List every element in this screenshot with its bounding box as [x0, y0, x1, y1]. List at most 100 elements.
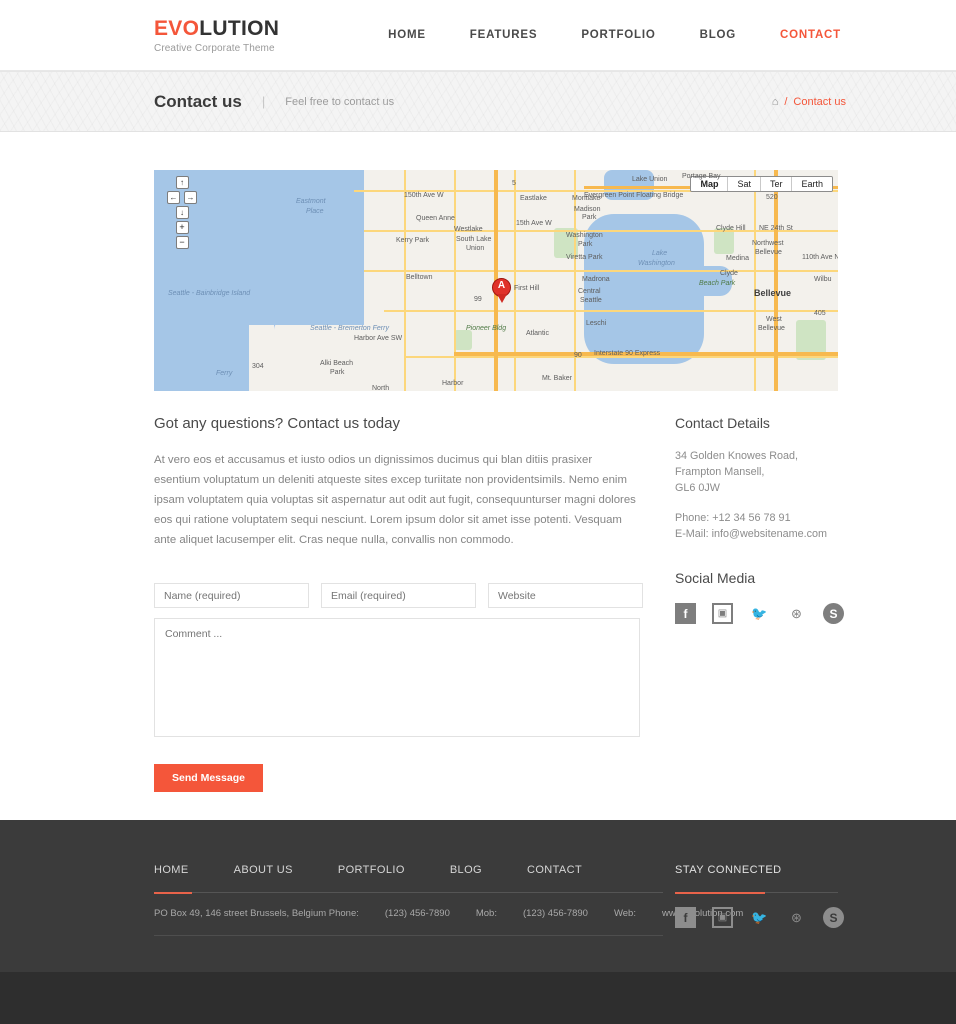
map-label: Clyde Hill	[716, 225, 746, 232]
nav-item-blog[interactable]: BLOG	[700, 29, 736, 41]
map-type-terrain[interactable]: Ter	[760, 177, 793, 191]
map-label: Bellevue	[755, 249, 782, 256]
website-input[interactable]	[488, 583, 643, 608]
page-root: EVOLUTION Creative Corporate Theme HOME …	[0, 0, 956, 1024]
map-pan-down-button[interactable]: ↓	[175, 206, 189, 219]
map-label: Place	[306, 208, 324, 215]
footer-nav-blog[interactable]: BLOG	[450, 864, 482, 876]
map-label: Wilbu	[814, 276, 832, 283]
map-pan-right-button[interactable]: →	[184, 191, 197, 204]
twitter-icon[interactable]: 🐦	[749, 603, 770, 624]
social-media-heading: Social Media	[675, 570, 756, 586]
home-icon[interactable]: ⌂	[772, 96, 779, 108]
map-label: Pioneer Bldg	[466, 325, 507, 332]
map-label: Harbor Ave SW	[354, 335, 403, 342]
contact-details-column: Contact Details 34 Golden Knowes Road, F…	[675, 415, 875, 624]
map-label: Atlantic	[526, 330, 549, 337]
name-input[interactable]	[154, 583, 309, 608]
logo-text: EVOLUTION	[154, 18, 279, 39]
site-logo[interactable]: EVOLUTION Creative Corporate Theme	[154, 18, 279, 54]
map-label: Montlake	[572, 195, 601, 202]
map-label: West	[766, 316, 782, 323]
nav-item-features[interactable]: FEATURES	[470, 29, 538, 41]
map-label: Belltown	[406, 274, 433, 281]
map-canvas[interactable]: ↑ ← → ↓ + − Map Sat Ter Earth A Lake Uni…	[154, 170, 838, 391]
map-zoom-in-button[interactable]: +	[175, 221, 189, 234]
map-type-earth[interactable]: Earth	[792, 177, 832, 191]
myspace-icon[interactable]: ▣	[712, 603, 733, 624]
map-label: Eastmont	[296, 198, 326, 205]
map-label: Lake Union	[632, 176, 668, 183]
map-pan-left-button[interactable]: ←	[167, 191, 180, 204]
map-zoom-out-button[interactable]: −	[175, 236, 189, 249]
map-label: 90	[574, 352, 582, 359]
map-label: Lake	[652, 250, 668, 257]
map-label: Ferry	[216, 370, 233, 377]
address-line-3: GL6 0JW	[675, 482, 721, 494]
social-media-links: f ▣ 🐦 ⊛ S	[675, 603, 875, 624]
nav-item-home[interactable]: HOME	[388, 29, 426, 41]
map-marker-label: A	[497, 280, 506, 291]
map-label: 304	[252, 363, 264, 370]
breadcrumb-separator: /	[784, 95, 788, 108]
footer-nav-portfolio[interactable]: PORTFOLIO	[338, 864, 405, 876]
myspace-icon[interactable]: ▣	[712, 907, 733, 928]
map-label: Northwest	[752, 240, 784, 247]
footer-divider-2	[154, 935, 663, 936]
phone-text: Phone: +12 34 56 78 91	[675, 512, 791, 524]
facebook-icon[interactable]: f	[675, 603, 696, 624]
stay-connected-heading: STAY CONNECTED	[675, 864, 782, 876]
map-label: Madison	[574, 206, 601, 213]
nav-item-contact[interactable]: CONTACT	[780, 29, 841, 41]
email-input[interactable]	[321, 583, 476, 608]
map-label: 15th Ave W	[516, 220, 552, 227]
map-label: Viretta Park	[566, 254, 603, 261]
map-label: 150th Ave W	[404, 192, 444, 199]
map-label: Seattle - Bremerton Ferry	[310, 325, 389, 332]
map-label: 99	[474, 296, 482, 303]
site-footer: HOME ABOUT US PORTFOLIO BLOG CONTACT PO …	[0, 820, 956, 972]
map-label: Harbor	[442, 380, 464, 387]
footer-nav-contact[interactable]: CONTACT	[527, 864, 582, 876]
map-label: Queen Anne	[416, 215, 455, 222]
contact-form: Send Message	[154, 583, 643, 792]
map-pan-zoom-controls[interactable]: ↑ ← → ↓ + −	[166, 175, 198, 249]
map-label: Bellevue	[754, 288, 792, 298]
map-label: Mt. Baker	[542, 375, 572, 382]
contact-details-block: 34 Golden Knowes Road, Frampton Mansell,…	[675, 448, 875, 542]
logo-secondary: LUTION	[199, 17, 280, 40]
copyright-bar: Copyright © 2013 EVOLUTION. All Rights R…	[0, 972, 956, 1024]
map-marker-a[interactable]: A	[492, 278, 511, 304]
stay-connected-block: STAY CONNECTED f ▣ 🐦 ⊛ S	[675, 864, 875, 928]
twitter-icon[interactable]: 🐦	[749, 907, 770, 928]
map-label: Medina	[726, 255, 749, 262]
breadcrumb-current[interactable]: Contact us	[793, 96, 846, 108]
map-label: Portage Bay	[682, 173, 721, 180]
logo-tagline: Creative Corporate Theme	[154, 43, 275, 54]
map-label: Park	[578, 241, 593, 248]
address-line-2: Frampton Mansell,	[675, 466, 765, 478]
send-message-button[interactable]: Send Message	[154, 764, 263, 792]
dribbble-icon[interactable]: ⊛	[786, 907, 807, 928]
map-pan-up-button[interactable]: ↑	[175, 176, 189, 189]
map-type-satellite[interactable]: Sat	[728, 177, 761, 191]
address-line-1: 34 Golden Knowes Road,	[675, 450, 799, 462]
contact-map[interactable]: ↑ ← → ↓ + − Map Sat Ter Earth A Lake Uni…	[154, 170, 838, 391]
dribbble-icon[interactable]: ⊛	[786, 603, 807, 624]
footer-nav-home[interactable]: HOME	[154, 864, 189, 876]
map-label: Central	[578, 288, 601, 295]
site-header: EVOLUTION Creative Corporate Theme HOME …	[0, 0, 956, 71]
contact-details-heading: Contact Details	[675, 415, 770, 431]
contact-paragraph: At vero eos et accusamus et iusto odios …	[154, 454, 636, 546]
map-label: Seattle - Bainbridge Island	[168, 290, 251, 297]
page-subtitle: Feel free to contact us	[285, 95, 395, 108]
stay-connected-divider	[675, 892, 838, 894]
footer-phone-value: (123) 456-7890	[384, 908, 450, 919]
footer-nav-about-us[interactable]: ABOUT US	[234, 864, 293, 876]
nav-item-portfolio[interactable]: PORTFOLIO	[581, 29, 655, 41]
skype-icon[interactable]: S	[823, 907, 844, 928]
comment-textarea[interactable]	[154, 618, 640, 737]
skype-icon[interactable]: S	[823, 603, 844, 624]
footer-social-links: f ▣ 🐦 ⊛ S	[675, 907, 875, 928]
facebook-icon[interactable]: f	[675, 907, 696, 928]
